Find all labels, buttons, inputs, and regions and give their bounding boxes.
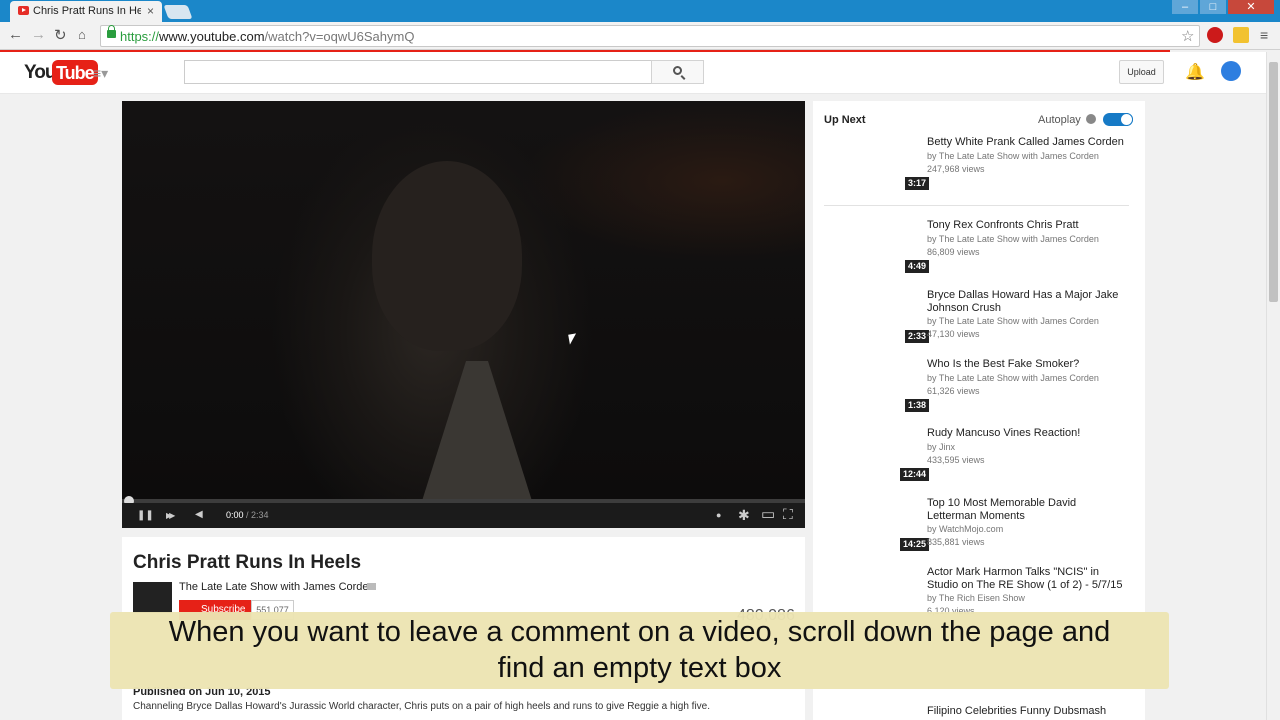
- address-bar[interactable]: https://www.youtube.com/watch?v=oqwU6Sah…: [100, 25, 1200, 47]
- video-title-link[interactable]: Betty White Prank Called James Corden: [927, 136, 1127, 149]
- close-window-button[interactable]: ✕: [1228, 0, 1274, 14]
- channel-name[interactable]: by The Rich Eisen Show: [927, 593, 1025, 603]
- view-count: 433,595 views: [927, 455, 985, 465]
- caption-line-2: find an empty text box: [497, 652, 782, 684]
- search-input[interactable]: [184, 60, 652, 84]
- time-display: 0:00 / 2:34: [226, 510, 269, 520]
- youtube-favicon-icon: [18, 6, 29, 15]
- url-text: https://www.youtube.com/watch?v=oqwU6Sah…: [120, 29, 415, 44]
- volume-icon[interactable]: ◀: [195, 509, 203, 520]
- browser-toolbar: ← → ↻ ⌂ https://www.youtube.com/watch?v=…: [0, 22, 1280, 50]
- view-count: 835,881 views: [927, 537, 985, 547]
- search-button[interactable]: [651, 60, 704, 84]
- settings-gear-icon[interactable]: ✱: [738, 507, 750, 524]
- reload-icon[interactable]: ↻: [54, 26, 67, 44]
- video-player[interactable]: ❚❚ ▶▶ ◀ 0:00 / 2:34 ● ✱ ▭ ⛶: [122, 101, 805, 528]
- channel-name-link[interactable]: The Late Late Show with James Corden: [179, 581, 375, 593]
- list-item[interactable]: 3:17 Betty White Prank Called James Cord…: [824, 136, 1134, 196]
- video-frame[interactable]: [122, 101, 805, 501]
- view-count: 47,130 views: [927, 329, 980, 339]
- video-title: Chris Pratt Runs In Heels: [133, 552, 362, 573]
- caption-line-1: When you want to leave a comment on a vi…: [168, 616, 1111, 648]
- annotations-icon[interactable]: ●: [716, 510, 721, 520]
- notes-extension-icon[interactable]: [1233, 27, 1249, 43]
- video-frame-person: [372, 161, 522, 351]
- video-title-link[interactable]: Who Is the Best Fake Smoker?: [927, 358, 1127, 371]
- video-thumbnail[interactable]: [824, 566, 919, 616]
- duration-badge: 4:49: [905, 260, 930, 273]
- list-item[interactable]: Filipino Celebrities Funny Dubsmash: [824, 705, 1134, 720]
- chrome-menu-icon[interactable]: ≡: [1260, 27, 1268, 43]
- duration-badge: 3:17: [905, 177, 930, 190]
- channel-name[interactable]: by WatchMojo.com: [927, 524, 1003, 534]
- list-item[interactable]: 12:44 Rudy Mancuso Vines Reaction! by Ji…: [824, 427, 1134, 487]
- video-title-link[interactable]: Filipino Celebrities Funny Dubsmash: [927, 705, 1127, 718]
- channel-name[interactable]: by Jinx: [927, 442, 955, 452]
- lock-icon: [107, 25, 116, 38]
- autoplay-toggle[interactable]: [1103, 113, 1133, 126]
- autoplay-label: Autoplay: [1038, 114, 1081, 126]
- page-scrollbar[interactable]: [1266, 52, 1280, 720]
- forward-arrow-icon[interactable]: →: [31, 26, 46, 43]
- list-item[interactable]: 14:25 Top 10 Most Memorable David Letter…: [824, 497, 1134, 557]
- channel-name[interactable]: by The Late Late Show with James Corden: [927, 316, 1099, 326]
- video-title-link[interactable]: Actor Mark Harmon Talks "NCIS" in Studio…: [927, 566, 1127, 591]
- view-count: 86,809 views: [927, 247, 980, 257]
- list-item[interactable]: 4:49 Tony Rex Confronts Chris Pratt by T…: [824, 219, 1134, 279]
- youtube-logo-tube[interactable]: Tube: [52, 60, 98, 85]
- account-avatar[interactable]: [1221, 61, 1241, 81]
- player-controls: ❚❚ ▶▶ ◀ 0:00 / 2:34 ● ✱ ▭ ⛶: [122, 503, 805, 528]
- list-item[interactable]: 2:33 Bryce Dallas Howard Has a Major Jak…: [824, 289, 1134, 349]
- channel-name[interactable]: by The Late Late Show with James Corden: [927, 151, 1099, 161]
- home-icon[interactable]: ⌂: [78, 27, 86, 42]
- duration-badge: 12:44: [900, 468, 930, 481]
- back-arrow-icon[interactable]: ←: [8, 26, 23, 43]
- divider: [824, 205, 1129, 206]
- youtube-header: You Tube ≡▾ Upload 🔔: [0, 52, 1266, 94]
- channel-name[interactable]: by The Late Late Show with James Corden: [927, 234, 1099, 244]
- autoplay-toggle-knob[interactable]: [1120, 113, 1133, 126]
- opera-extension-icon[interactable]: [1207, 27, 1223, 43]
- list-item[interactable]: 1:38 Who Is the Best Fake Smoker? by The…: [824, 358, 1134, 418]
- channel-name[interactable]: by The Late Late Show with James Corden: [927, 373, 1099, 383]
- theater-mode-icon[interactable]: ▭: [761, 505, 775, 523]
- channel-avatar[interactable]: [133, 582, 172, 613]
- autoplay-info-icon[interactable]: [1086, 114, 1096, 124]
- video-title-link[interactable]: Rudy Mancuso Vines Reaction!: [927, 427, 1127, 440]
- video-title-link[interactable]: Tony Rex Confronts Chris Pratt: [927, 219, 1127, 232]
- new-tab-button[interactable]: [163, 5, 193, 19]
- scrollbar-thumb[interactable]: [1269, 62, 1278, 302]
- pause-icon[interactable]: ❚❚: [137, 510, 154, 521]
- up-next-heading: Up Next: [824, 114, 866, 126]
- fullscreen-icon[interactable]: ⛶: [783, 506, 793, 523]
- browser-titlebar: Chris Pratt Runs In Heels × – □ ✕: [0, 0, 1280, 22]
- video-description: Channeling Bryce Dallas Howard's Jurassi…: [133, 701, 711, 712]
- maximize-button[interactable]: □: [1200, 0, 1226, 14]
- duration-badge: 14:25: [900, 538, 930, 551]
- guide-menu-icon[interactable]: ≡▾: [93, 65, 108, 82]
- youtube-logo[interactable]: You: [24, 62, 57, 84]
- browser-tab[interactable]: Chris Pratt Runs In Heels ×: [10, 1, 162, 22]
- minimize-button[interactable]: –: [1172, 0, 1198, 14]
- tab-title: Chris Pratt Runs In Heels: [33, 5, 141, 17]
- video-title-link[interactable]: Top 10 Most Memorable David Letterman Mo…: [927, 497, 1127, 522]
- video-title-link[interactable]: Bryce Dallas Howard Has a Major Jake Joh…: [927, 289, 1127, 314]
- notifications-bell-icon[interactable]: 🔔: [1185, 62, 1205, 82]
- view-count: 61,326 views: [927, 386, 980, 396]
- bookmark-star-icon[interactable]: ☆: [1181, 27, 1194, 45]
- search-icon: [673, 66, 682, 75]
- video-frame-shirt: [422, 361, 532, 501]
- mouse-cursor-icon: [568, 333, 578, 345]
- duration-badge: 2:33: [905, 330, 930, 343]
- duration-badge: 1:38: [905, 399, 930, 412]
- tab-close-icon[interactable]: ×: [147, 4, 154, 18]
- view-count: 247,968 views: [927, 164, 985, 174]
- upload-button[interactable]: Upload: [1119, 60, 1164, 84]
- tutorial-caption: When you want to leave a comment on a vi…: [110, 612, 1169, 689]
- verified-badge-icon: [367, 583, 376, 590]
- next-video-icon[interactable]: ▶▶: [166, 511, 175, 520]
